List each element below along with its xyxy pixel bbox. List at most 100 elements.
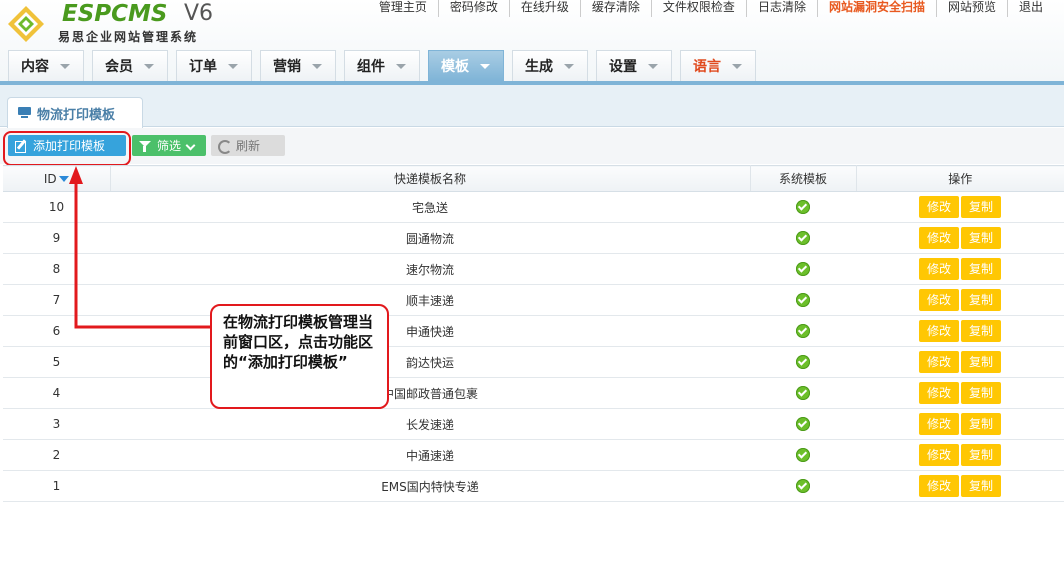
tab-content[interactable]: 内容 [8,50,84,81]
filter-label: 筛选 [157,139,182,153]
toplink-online-upgrade[interactable]: 在线升级 [510,0,581,17]
toplink-security-scan[interactable]: 网站漏洞安全扫描 [818,0,937,17]
check-circle-icon [796,200,810,215]
logo-version: V6 [184,1,214,26]
row-id: 3 [3,408,110,440]
logo-subtitle: 易思企业网站管理系统 [58,30,199,44]
table-row: 8 速尔物流 修改 复制 [3,253,1064,285]
copy-button[interactable]: 复制 [961,289,1001,311]
tab-language[interactable]: 语言 [680,50,756,81]
copy-button[interactable]: 复制 [961,351,1001,373]
refresh-button[interactable]: 刷新 [211,135,285,156]
edit-button[interactable]: 修改 [919,289,959,311]
column-header-system: 系统模板 [750,165,857,192]
row-name: 顺丰速递 [110,284,750,316]
refresh-label: 刷新 [236,139,261,153]
row-id: 2 [3,439,110,471]
row-name: 圆通物流 [110,222,750,254]
tab-generate[interactable]: 生成 [512,50,588,81]
check-circle-icon [796,231,810,246]
copy-button[interactable]: 复制 [961,413,1001,435]
copy-button[interactable]: 复制 [961,444,1001,466]
edit-button[interactable]: 修改 [919,196,959,218]
copy-button[interactable]: 复制 [961,475,1001,497]
edit-button[interactable]: 修改 [919,382,959,404]
row-name: 申通快递 [110,315,750,347]
tab-members[interactable]: 会员 [92,50,168,81]
row-id: 5 [3,346,110,378]
tab-templates[interactable]: 模板 [428,50,504,81]
tab-orders[interactable]: 订单 [176,50,252,81]
edit-button[interactable]: 修改 [919,475,959,497]
toplink-clear-logs[interactable]: 日志清除 [747,0,818,17]
toplink-site-preview[interactable]: 网站预览 [937,0,1008,17]
copy-button[interactable]: 复制 [961,227,1001,249]
column-header-id[interactable]: ID [3,165,111,192]
check-circle-icon [796,324,810,339]
monitor-icon [18,107,31,119]
copy-button[interactable]: 复制 [961,382,1001,404]
chevron-down-icon [645,58,661,74]
espcms-logo: ESPCMS V6 易思企业网站管理系统 [4,1,224,45]
edit-button[interactable]: 修改 [919,351,959,373]
row-id: 4 [3,377,110,409]
main-nav: 内容 会员 订单 营销 组件 模板 生成 设置 语言 [8,50,764,81]
edit-button[interactable]: 修改 [919,258,959,280]
check-circle-icon [796,262,810,277]
chevron-down-icon [225,58,241,74]
logo-wordmark: ESPCMS [62,1,168,27]
filter-button[interactable]: 筛选 [132,135,206,156]
subtab-label: 物流打印模板 [37,107,116,123]
edit-button[interactable]: 修改 [919,444,959,466]
funnel-icon [138,139,152,153]
row-name: 中国邮政普通包裹 [110,377,750,409]
edit-button[interactable]: 修改 [919,320,959,342]
edit-button[interactable]: 修改 [919,227,959,249]
tab-marketing[interactable]: 营销 [260,50,336,81]
logo-emblem-icon [8,6,44,42]
tab-components[interactable]: 组件 [344,50,420,81]
table-row: 4 中国邮政普通包裹 修改 复制 [3,377,1064,409]
table-row: 6 申通快递 修改 复制 [3,315,1064,347]
toplink-change-password[interactable]: 密码修改 [439,0,510,17]
column-header-name: 快递模板名称 [110,165,751,192]
row-id: 7 [3,284,110,316]
row-name: EMS国内特快专递 [110,470,750,502]
copy-button[interactable]: 复制 [961,196,1001,218]
toplink-logout[interactable]: 退出 [1008,0,1064,17]
table-row: 9 圆通物流 修改 复制 [3,222,1064,254]
check-circle-icon [796,479,810,494]
tab-settings[interactable]: 设置 [596,50,672,81]
table-row: 3 长发速递 修改 复制 [3,408,1064,440]
toplink-clear-cache[interactable]: 缓存清除 [581,0,652,17]
copy-button[interactable]: 复制 [961,258,1001,280]
toplink-admin-home[interactable]: 管理主页 [368,0,439,17]
sub-tab-strip: 物流打印模板 [0,85,1064,128]
row-id: 6 [3,315,110,347]
chevron-down-icon [141,58,157,74]
row-name: 长发速递 [110,408,750,440]
check-circle-icon [796,355,810,370]
chevron-down-icon [561,58,577,74]
copy-button[interactable]: 复制 [961,320,1001,342]
annotation-callout: 在物流打印模板管理当前窗口区，点击功能区的“添加打印模板” [210,304,389,409]
row-name: 宅急送 [110,191,750,223]
row-id: 9 [3,222,110,254]
row-id: 10 [3,191,110,223]
chevron-down-icon [309,58,325,74]
subtab-logistics-print-templates[interactable]: 物流打印模板 [7,97,143,128]
table-row: 7 顺丰速递 修改 复制 [3,284,1064,316]
row-id: 1 [3,470,110,502]
annotation-highlight-box [3,131,131,166]
table-header-row: ID 快递模板名称 系统模板 操作 [3,165,1064,192]
row-name: 中通速递 [110,439,750,471]
chevron-down-icon [186,141,196,151]
refresh-icon [217,139,232,154]
toplink-file-permission-check[interactable]: 文件权限检查 [652,0,747,17]
chevron-down-icon [393,58,409,74]
template-table: ID 快递模板名称 系统模板 操作 10 宅急送 修改 复制 9 圆通物流 修改复… [3,165,1064,502]
edit-button[interactable]: 修改 [919,413,959,435]
table-row: 10 宅急送 修改 复制 [3,191,1064,223]
check-circle-icon [796,293,810,308]
header: ESPCMS V6 易思企业网站管理系统 管理主页 密码修改 在线升级 缓存清除… [0,0,1064,82]
